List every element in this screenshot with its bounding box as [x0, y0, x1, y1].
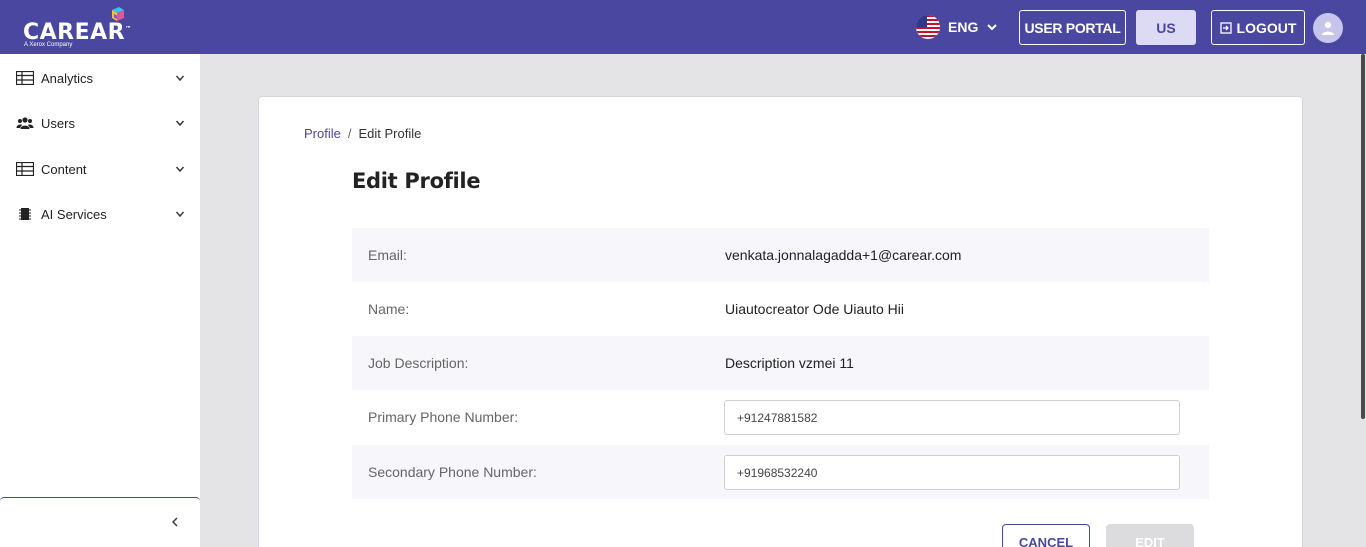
- job-description-row: Job Description: Description vzmei 11: [352, 336, 1209, 390]
- language-selector[interactable]: ENG: [916, 14, 998, 40]
- logo-cube-icon: [112, 7, 124, 21]
- sidebar-item-label: Users: [41, 115, 75, 131]
- sidebar-item-analytics[interactable]: Analytics: [0, 58, 200, 98]
- logout-button[interactable]: LOGOUT: [1211, 10, 1305, 45]
- primary-phone-row: Primary Phone Number:: [352, 390, 1209, 444]
- email-value: venkata.jonnalagadda+1@carear.com: [725, 247, 962, 263]
- chevron-down-icon: [175, 120, 185, 127]
- secondary-phone-input[interactable]: [724, 455, 1180, 490]
- breadcrumb-separator: /: [347, 126, 352, 141]
- user-icon: [1322, 21, 1334, 35]
- page-title: Edit Profile: [352, 169, 481, 193]
- users-icon: [16, 117, 34, 129]
- sidebar-item-content[interactable]: Content: [0, 149, 200, 189]
- sidebar-item-label: Content: [41, 161, 87, 177]
- edit-button[interactable]: EDIT: [1106, 524, 1194, 547]
- breadcrumb-current: Edit Profile: [358, 126, 422, 141]
- job-description-value: Description vzmei 11: [725, 355, 854, 371]
- edit-profile-card: Profile / Edit Profile Edit Profile Emai…: [258, 96, 1303, 547]
- table-icon: [16, 71, 34, 85]
- chevron-down-icon: [175, 211, 185, 218]
- primary-phone-label: Primary Phone Number:: [368, 409, 519, 425]
- chevron-down-icon: [175, 75, 185, 82]
- sidebar-item-label: Analytics: [41, 70, 94, 86]
- secondary-phone-label: Secondary Phone Number:: [368, 464, 537, 480]
- secondary-phone-row: Secondary Phone Number:: [352, 445, 1209, 499]
- breadcrumb-profile-link[interactable]: Profile: [304, 126, 341, 141]
- chevron-left-icon[interactable]: [170, 516, 180, 528]
- sidebar-item-label: AI Services: [41, 206, 107, 222]
- language-label: ENG: [948, 19, 979, 35]
- logout-label: LOGOUT: [1236, 19, 1297, 36]
- name-row: Name: Uiautocreator Ode Uiauto Hii: [352, 282, 1209, 336]
- chip-icon: [19, 208, 31, 220]
- email-label: Email:: [368, 247, 407, 263]
- top-header: CAREAR™ A Xerox Company ENG USER PORTAL …: [0, 0, 1366, 54]
- region-button[interactable]: US: [1136, 10, 1196, 45]
- user-avatar[interactable]: [1313, 13, 1343, 43]
- job-description-label: Job Description:: [368, 355, 469, 371]
- breadcrumb: Profile / Edit Profile: [304, 126, 421, 141]
- cancel-button[interactable]: CANCEL: [1002, 524, 1090, 547]
- sidebar-footer: [0, 497, 200, 547]
- logo-subtitle: A Xerox Company: [24, 42, 73, 48]
- scrollbar-thumb[interactable]: [1361, 54, 1365, 419]
- name-value: Uiautocreator Ode Uiauto Hii: [725, 301, 904, 317]
- us-flag-icon: [916, 15, 940, 39]
- chevron-down-icon: [175, 166, 185, 173]
- name-label: Name:: [368, 301, 410, 317]
- carear-logo[interactable]: CAREAR™ A Xerox Company: [22, 6, 132, 50]
- primary-phone-input[interactable]: [724, 400, 1180, 435]
- chevron-down-icon: [987, 24, 998, 31]
- sidebar-item-users[interactable]: Users: [0, 103, 200, 143]
- table-icon: [16, 162, 34, 176]
- sidebar-item-ai-services[interactable]: AI Services: [0, 194, 200, 234]
- page-scrollbar[interactable]: [1360, 54, 1366, 547]
- email-row: Email: venkata.jonnalagadda+1@carear.com: [352, 228, 1209, 282]
- sidebar: Analytics Users Content AI Services: [0, 54, 200, 547]
- logout-icon: [1219, 21, 1232, 34]
- user-portal-button[interactable]: USER PORTAL: [1019, 10, 1126, 45]
